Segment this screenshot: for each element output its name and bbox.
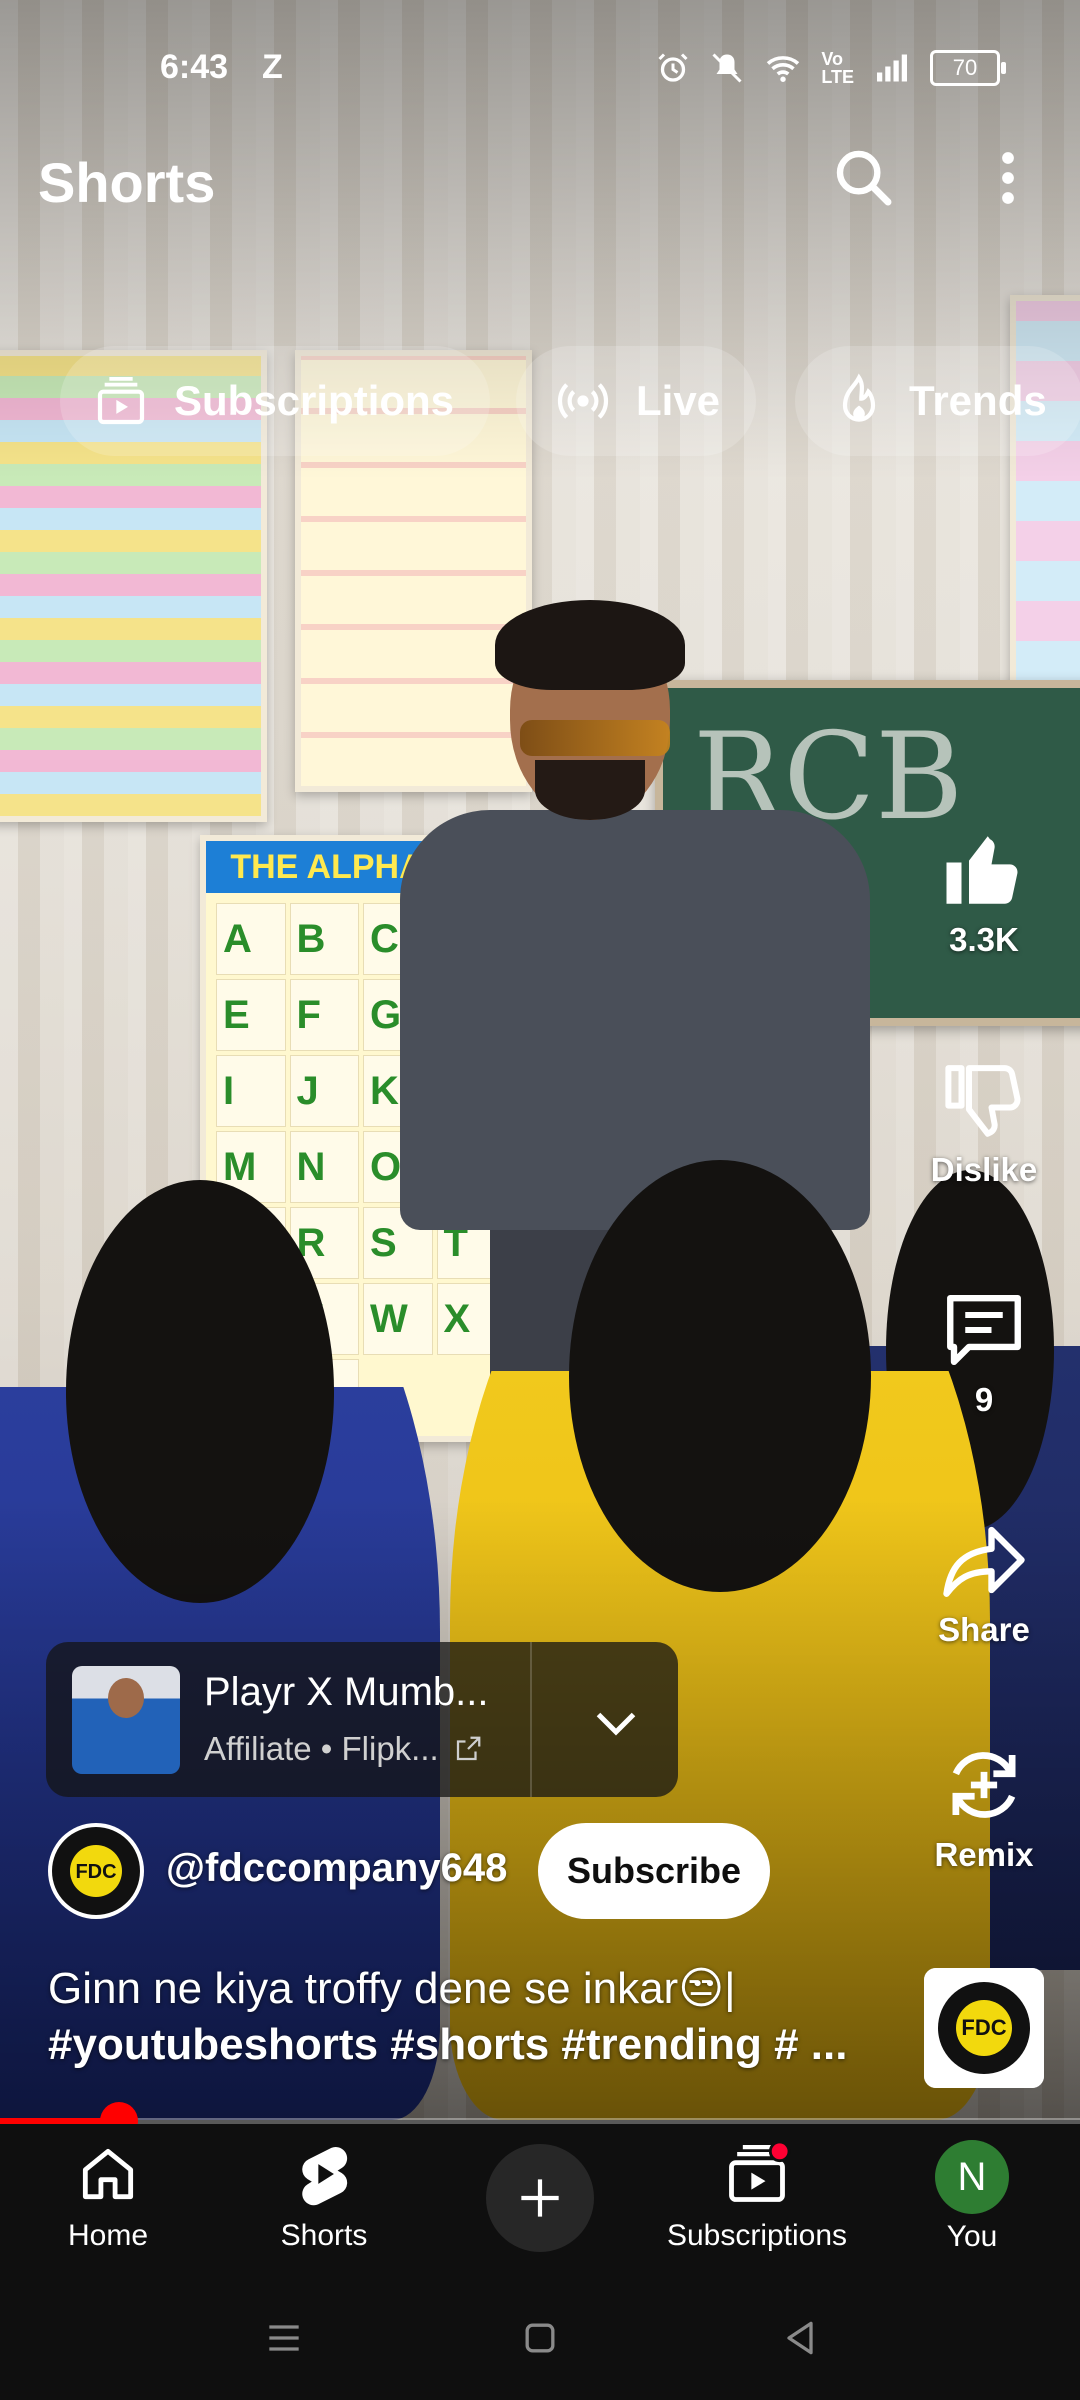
carrier-icon: Z	[262, 48, 283, 86]
thumbs-up-icon	[946, 836, 1018, 904]
status-time: 6:43	[160, 48, 229, 86]
fdc-logo: FDC	[52, 1827, 140, 1915]
alphabet-letter: A	[216, 903, 286, 975]
chip-subscriptions[interactable]: Subscriptions	[60, 346, 491, 456]
share-button[interactable]: Share	[914, 1515, 1054, 1649]
nav-label: You	[946, 2220, 998, 2253]
home-icon	[82, 2148, 134, 2200]
video-caption-hashtags[interactable]: #youtubeshorts #shorts #trending # ...	[48, 2020, 847, 2070]
recents-icon[interactable]	[262, 2316, 306, 2360]
nav-label: Home	[67, 2219, 149, 2252]
remix-label: Remix	[934, 1836, 1034, 1873]
subscriptions-icon	[729, 2140, 791, 2202]
dislike-label: Dislike	[930, 1151, 1038, 1188]
user-avatar: N	[935, 2140, 1009, 2214]
thumbs-down-icon	[945, 1065, 1021, 1137]
alphabet-letter: J	[289, 1055, 359, 1127]
share-label: Share	[938, 1611, 1030, 1648]
create-button[interactable]	[486, 2144, 594, 2252]
share-icon	[943, 1526, 1025, 1597]
comments-button[interactable]: 9	[914, 1285, 1054, 1419]
chip-label: Live	[636, 377, 721, 424]
subscriptions-icon	[97, 376, 145, 425]
channel-avatar[interactable]: FDC	[48, 1823, 144, 1919]
mute-icon	[712, 53, 742, 83]
video-caption-line-1[interactable]: Ginn ne kiya troffy dene se inkar😒|	[48, 1963, 736, 2014]
search-button[interactable]	[824, 138, 904, 218]
product-thumbnail	[72, 1666, 180, 1774]
chip-label: Subscriptions	[174, 377, 455, 424]
shorts-icon	[302, 2147, 348, 2206]
product-card[interactable]: Playr X Mumb... Affiliate • Flipk...	[46, 1642, 678, 1797]
search-icon	[836, 150, 892, 206]
like-count: 3.3K	[949, 921, 1019, 958]
remix-button[interactable]: Remix	[914, 1740, 1054, 1874]
alphabet-letter: B	[289, 903, 359, 975]
shorts-screen: THE ALPHABET ABCDEFGHIJKLMNOPQRSTUVWXYZ …	[0, 0, 1080, 2400]
wifi-icon	[767, 56, 800, 82]
nav-label: Subscriptions	[666, 2219, 848, 2252]
volte-icon: Vo LTE	[821, 49, 854, 87]
more-vert-icon	[1002, 152, 1014, 204]
page-title: Shorts	[38, 151, 216, 214]
more-options-button[interactable]	[968, 138, 1048, 218]
like-button[interactable]: 3.3K	[914, 825, 1054, 959]
status-icons: Vo LTE 70	[655, 49, 1006, 87]
alarm-icon	[658, 53, 688, 82]
product-title: Playr X Mumb...	[204, 1670, 489, 1714]
external-link-icon	[456, 1736, 481, 1761]
product-subtitle: Affiliate • Flipk...	[204, 1730, 483, 1768]
product-source: Affiliate • Flipk...	[204, 1730, 439, 1767]
home-system-icon[interactable]	[518, 2316, 562, 2360]
alphabet-letter: E	[216, 979, 286, 1051]
nav-you[interactable]: N You	[882, 2140, 1062, 2254]
back-icon[interactable]	[778, 2316, 822, 2360]
plus-icon	[521, 2179, 559, 2217]
alphabet-letter: N	[289, 1131, 359, 1203]
chip-live[interactable]: Live	[516, 346, 757, 456]
bottom-navigation: Home Shorts Subscriptions N You	[0, 2124, 1080, 2274]
dislike-button[interactable]: Dislike	[914, 1055, 1054, 1189]
svg-text:FDC: FDC	[961, 2015, 1006, 2040]
nav-label: Shorts	[280, 2219, 368, 2252]
battery-icon: 70	[930, 50, 1006, 86]
nav-subscriptions[interactable]: Subscriptions	[657, 2140, 857, 2253]
chip-trends[interactable]: Trends	[795, 346, 1080, 456]
trends-icon	[842, 373, 876, 422]
signal-icon	[877, 54, 907, 82]
comment-count: 9	[974, 1381, 994, 1418]
nav-shorts[interactable]: Shorts	[234, 2140, 414, 2253]
channel-name[interactable]: @fdccompany648	[166, 1846, 507, 1891]
alphabet-letter: I	[216, 1055, 286, 1127]
chevron-down-icon[interactable]	[586, 1692, 646, 1752]
system-navigation-bar	[0, 2274, 1080, 2400]
comment-icon	[947, 1294, 1021, 1366]
svg-text:FDC: FDC	[75, 1861, 116, 1883]
alphabet-letter: F	[289, 979, 359, 1051]
nav-home[interactable]: Home	[18, 2140, 198, 2253]
live-icon	[557, 383, 609, 419]
status-bar: 6:43 Z Vo LTE 70	[0, 38, 1080, 98]
sound-thumbnail[interactable]: FDC	[924, 1968, 1044, 2088]
remix-icon	[952, 1752, 1016, 1818]
subscribe-button[interactable]: Subscribe	[538, 1823, 770, 1919]
fdc-logo: FDC	[924, 1968, 1044, 2088]
chip-label: Trends	[909, 377, 1047, 424]
